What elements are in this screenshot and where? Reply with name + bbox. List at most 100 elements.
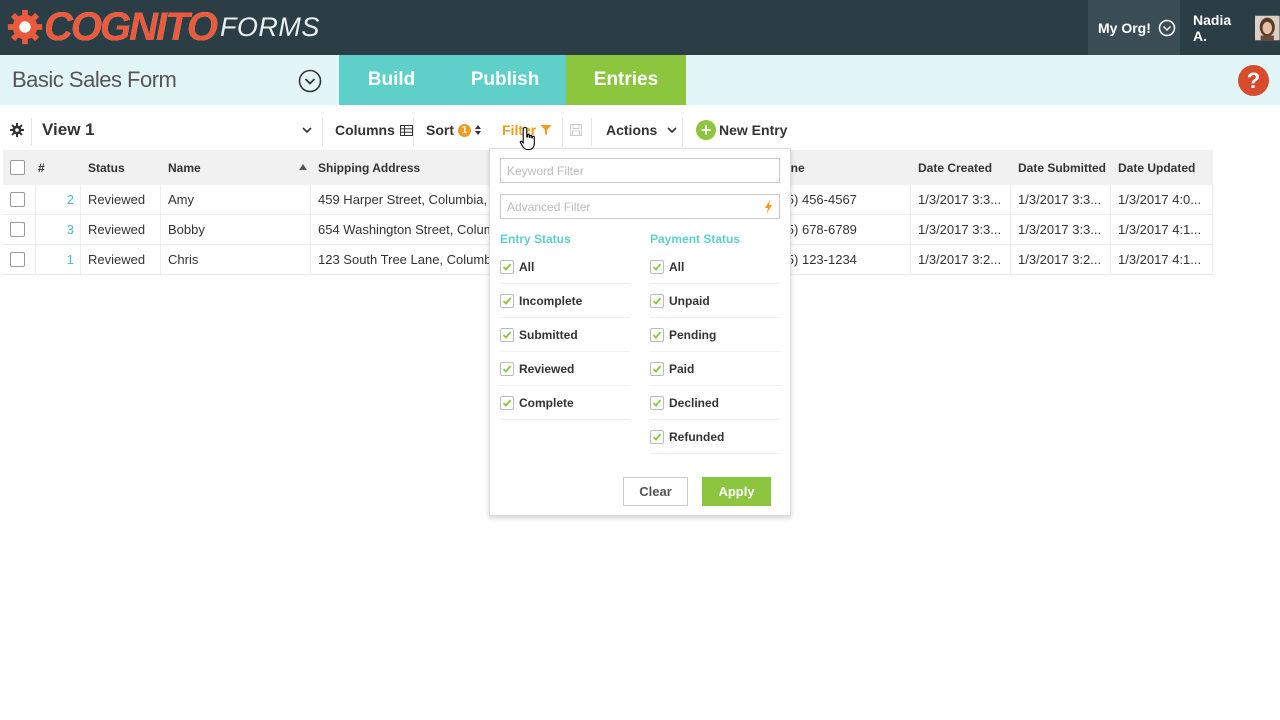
checkbox-checked-icon[interactable] [650, 293, 664, 308]
apply-button[interactable]: Apply [702, 477, 771, 506]
form-title: Basic Sales Form [12, 67, 177, 92]
cognito-forms-logo[interactable]: COGNITO FORMS [6, 5, 320, 49]
sort-count-badge: 1 [458, 123, 471, 137]
plus-circle-icon: + [696, 120, 716, 140]
tab-publish[interactable]: Publish [444, 55, 566, 105]
payment-status-option-paid[interactable]: Paid [650, 352, 780, 386]
payment-status-option-pending[interactable]: Pending [650, 318, 780, 352]
logo-forms-text: FORMS [219, 11, 320, 42]
toolbar-divider [322, 118, 323, 146]
help-button[interactable]: ? [1238, 65, 1269, 96]
user-menu[interactable]: Nadia A. [1193, 0, 1280, 55]
entry-status: Reviewed [81, 245, 161, 274]
chevron-circle-down-icon [1158, 19, 1176, 36]
col-header-name[interactable]: Name [168, 150, 201, 185]
payment-status-option-unpaid[interactable]: Unpaid [650, 284, 780, 318]
entry-date-created: 1/3/2017 3:3... [911, 185, 1011, 214]
checkbox-checked-icon[interactable] [500, 395, 514, 410]
col-header-date-created[interactable]: Date Created [918, 150, 992, 185]
toolbar-divider [413, 118, 414, 146]
entry-date-created: 1/3/2017 3:2... [911, 245, 1011, 274]
col-header-date-submitted[interactable]: Date Submitted [1018, 150, 1106, 185]
option-label: All [669, 259, 685, 274]
entry-date-submitted: 1/3/2017 3:3... [1011, 215, 1111, 244]
tab-entries[interactable]: Entries [566, 55, 686, 105]
option-label: Unpaid [669, 293, 710, 308]
logo-wordmark: COGNITO [44, 5, 218, 49]
entry-number-link[interactable]: 1 [36, 245, 81, 274]
toolbar-divider [562, 118, 563, 146]
select-all-checkbox[interactable] [10, 150, 25, 185]
entry-number-link[interactable]: 2 [36, 185, 81, 214]
checkbox-checked-icon[interactable] [650, 361, 664, 376]
actions-button[interactable]: Actions [606, 112, 678, 148]
lightning-bolt-icon[interactable] [764, 200, 773, 214]
entry-name: Chris [161, 245, 311, 274]
sort-arrows-icon [475, 125, 481, 135]
option-label: All [519, 259, 535, 274]
row-checkbox[interactable] [3, 245, 36, 274]
view-settings-button[interactable] [10, 112, 24, 148]
col-header-number[interactable]: # [38, 150, 45, 185]
avatar [1255, 15, 1280, 40]
hand-pointer-icon [519, 126, 535, 151]
option-label: Submitted [519, 327, 578, 342]
checkbox-checked-icon[interactable] [500, 361, 514, 376]
entry-name: Bobby [161, 215, 311, 244]
save-view-button[interactable] [570, 112, 582, 148]
option-label: Reviewed [519, 361, 575, 376]
tab-build[interactable]: Build [339, 55, 444, 105]
entry-status-option-incomplete[interactable]: Incomplete [500, 284, 630, 318]
sort-label: Sort [426, 122, 454, 138]
checkbox-checked-icon[interactable] [500, 293, 514, 308]
top-bar: COGNITO FORMS My Org! Nadia A. [0, 0, 1280, 55]
col-header-date-updated[interactable]: Date Updated [1118, 150, 1195, 185]
entry-number-link[interactable]: 3 [36, 215, 81, 244]
entry-status-option-complete[interactable]: Complete [500, 386, 630, 420]
entry-date-created: 1/3/2017 3:3... [911, 215, 1011, 244]
col-header-shipping-address[interactable]: Shipping Address [318, 150, 420, 185]
advanced-filter-input[interactable]: Advanced Filter [500, 194, 780, 219]
entry-status-option-reviewed[interactable]: Reviewed [500, 352, 630, 386]
payment-status-heading: Payment Status [650, 232, 741, 246]
payment-status-option-refunded[interactable]: Refunded [650, 420, 780, 454]
chevron-down-icon [667, 127, 677, 134]
entry-status: Reviewed [81, 185, 161, 214]
save-disk-icon [570, 124, 582, 136]
option-label: Paid [669, 361, 695, 376]
entry-date-updated: 1/3/2017 4:1... [1111, 245, 1213, 274]
checkbox-checked-icon[interactable] [500, 327, 514, 342]
form-menu-chevron-icon[interactable] [298, 69, 322, 93]
row-checkbox[interactable] [3, 185, 36, 214]
payment-status-option-all[interactable]: All [650, 250, 780, 284]
new-entry-button[interactable]: + New Entry [696, 112, 787, 148]
checkbox-checked-icon[interactable] [650, 429, 664, 444]
gear-logo-icon [7, 9, 43, 45]
sort-ascending-icon [299, 164, 307, 170]
clear-button[interactable]: Clear [623, 477, 688, 506]
sort-button[interactable]: Sort 1 [426, 112, 482, 148]
funnel-icon [540, 125, 552, 135]
columns-button[interactable]: Columns [335, 112, 413, 148]
checkbox-checked-icon[interactable] [500, 259, 514, 274]
entry-date-updated: 1/3/2017 4:1... [1111, 215, 1213, 244]
entry-date-submitted: 1/3/2017 3:3... [1011, 185, 1111, 214]
entry-status-option-submitted[interactable]: Submitted [500, 318, 630, 352]
view-name: View 1 [42, 120, 95, 139]
advanced-filter-placeholder: Advanced Filter [507, 199, 591, 214]
entry-status-option-all[interactable]: All [500, 250, 630, 284]
checkbox-checked-icon[interactable] [650, 259, 664, 274]
checkbox-checked-icon[interactable] [650, 395, 664, 410]
org-switcher[interactable]: My Org! [1088, 0, 1180, 55]
entry-name: Amy [161, 185, 311, 214]
keyword-filter-input[interactable]: Keyword Filter [500, 158, 780, 183]
toolbar-divider [591, 118, 592, 146]
col-header-status[interactable]: Status [88, 150, 125, 185]
option-label: Refunded [669, 429, 725, 444]
checkbox-checked-icon[interactable] [650, 327, 664, 342]
view-selector[interactable]: View 1 [42, 112, 314, 148]
payment-status-option-declined[interactable]: Declined [650, 386, 780, 420]
option-label: Pending [669, 327, 717, 342]
row-checkbox[interactable] [3, 215, 36, 244]
option-label: Incomplete [519, 293, 583, 308]
